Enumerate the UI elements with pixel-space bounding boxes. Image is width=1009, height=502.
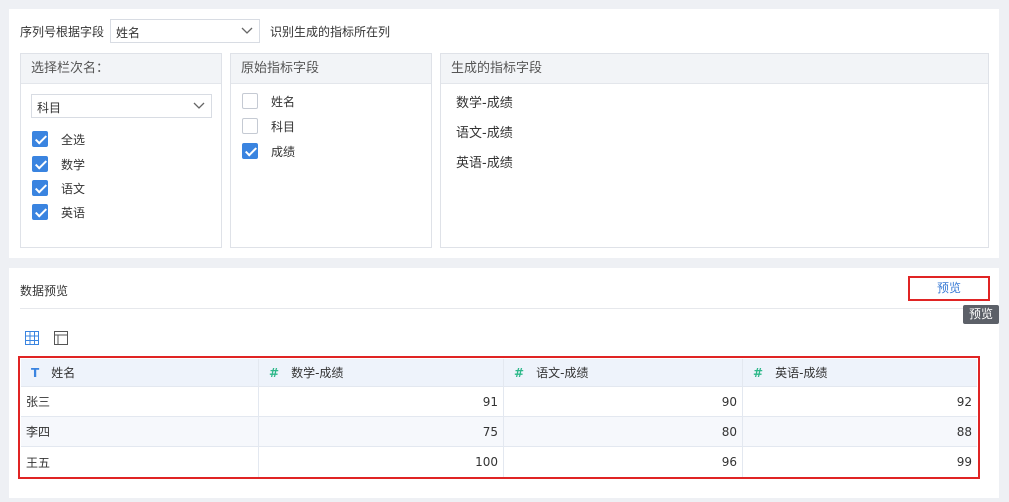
config-panel: 序列号根据字段 姓名 识别生成的指标所在列 选择栏次名： 科目 全选 数学 语文…: [9, 9, 999, 258]
table-cell: 92: [956, 394, 972, 409]
table-cell: 88: [956, 424, 972, 439]
generated-field-title: 生成的指标字段: [441, 54, 988, 84]
generated-field-box: 生成的指标字段 数学-成绩 语文-成绩 英语-成绩: [440, 53, 989, 248]
serial-field-value: 姓名: [116, 26, 141, 40]
serial-row: 序列号根据字段 姓名 识别生成的指标所在列: [20, 19, 390, 43]
table-cell: 91: [259, 387, 504, 416]
source-field-title: 原始指标字段: [231, 54, 431, 84]
source-field-box: 原始指标字段 姓名 科目 成绩: [230, 53, 432, 248]
number-type-icon: #: [269, 365, 280, 380]
generated-field-item: 英语-成绩: [456, 156, 513, 171]
checkbox-score[interactable]: 成绩: [242, 142, 295, 160]
header-label: 数学-成绩: [291, 366, 344, 380]
table-header-cell[interactable]: T 姓名: [21, 359, 259, 386]
column-name-box: 选择栏次名： 科目 全选 数学 语文 英语: [20, 53, 222, 248]
table-row: 李四 75 80 88: [21, 417, 977, 447]
chevron-down-icon: [241, 27, 253, 34]
header-label: 英语-成绩: [775, 366, 828, 380]
preview-button[interactable]: 预览: [908, 276, 990, 301]
checkbox-select-all[interactable]: 全选: [32, 130, 85, 148]
serial-field-select[interactable]: 姓名: [110, 19, 261, 43]
preview-table: T 姓名 # 数学-成绩 # 语文-成绩 # 英语-成绩 张三 91 90 92…: [21, 359, 977, 477]
table-header-row: T 姓名 # 数学-成绩 # 语文-成绩 # 英语-成绩: [21, 359, 977, 387]
table-cell: 张三: [21, 387, 259, 416]
divider: [20, 308, 989, 309]
header-label: 语文-成绩: [536, 366, 589, 380]
checkbox-label: 姓名: [271, 94, 296, 109]
data-preview-title: 数据预览: [20, 284, 69, 298]
checkbox-english[interactable]: 英语: [32, 203, 85, 221]
checkbox-chinese[interactable]: 语文: [32, 179, 85, 197]
checkbox-icon[interactable]: [32, 156, 48, 172]
table-cell: 90: [504, 387, 743, 416]
column-name-value: 科目: [37, 101, 62, 115]
chevron-down-icon: [193, 102, 205, 109]
table-cell: 李四: [21, 417, 259, 446]
table-cell: 王五: [21, 447, 259, 477]
table-header-cell[interactable]: # 数学-成绩: [259, 359, 504, 386]
table-cell: 100: [259, 447, 504, 477]
table-cell: 99: [956, 455, 972, 469]
table-view-icon[interactable]: [25, 331, 39, 345]
checkbox-label: 成绩: [271, 144, 296, 159]
checkbox-label: 英语: [61, 205, 86, 220]
number-type-icon: #: [514, 365, 525, 380]
column-name-title: 选择栏次名：: [21, 54, 221, 84]
checkbox-name[interactable]: 姓名: [242, 92, 295, 110]
table-header-cell[interactable]: # 语文-成绩: [504, 359, 743, 386]
checkbox-label: 语文: [61, 181, 86, 196]
checkbox-label: 数学: [61, 157, 86, 172]
data-preview-panel: 数据预览 预览 T 姓名 # 数学-成绩 # 语文-成绩 # 英语-成绩 张三 …: [9, 268, 999, 498]
text-type-icon: T: [31, 365, 40, 380]
checkbox-subject[interactable]: 科目: [242, 117, 295, 135]
checkbox-label: 全选: [61, 132, 86, 147]
table-row: 张三 91 90 92: [21, 387, 977, 417]
checkbox-label: 科目: [271, 119, 296, 134]
hint-text: 识别生成的指标所在列: [270, 24, 391, 39]
checkbox-icon[interactable]: [242, 93, 258, 109]
preview-tooltip: 预览: [963, 305, 999, 324]
column-name-select[interactable]: 科目: [31, 94, 212, 118]
table-cell: 96: [504, 447, 743, 477]
table-row: 王五 100 96 99: [21, 447, 977, 477]
table-cell: 75: [259, 417, 504, 446]
generated-field-item: 数学-成绩: [456, 96, 513, 111]
layout-view-icon[interactable]: [54, 331, 68, 345]
table-header-cell[interactable]: # 英语-成绩: [743, 359, 977, 386]
table-cell: 80: [504, 417, 743, 446]
checkbox-icon[interactable]: [32, 180, 48, 196]
checkbox-icon[interactable]: [242, 143, 258, 159]
number-type-icon: #: [753, 365, 764, 380]
generated-field-item: 语文-成绩: [456, 126, 513, 141]
checkbox-icon[interactable]: [32, 131, 48, 147]
checkbox-icon[interactable]: [242, 118, 258, 134]
checkbox-math[interactable]: 数学: [32, 155, 85, 173]
serial-label: 序列号根据字段: [20, 24, 105, 39]
preview-table-highlight: T 姓名 # 数学-成绩 # 语文-成绩 # 英语-成绩 张三 91 90 92…: [18, 356, 980, 479]
header-label: 姓名: [51, 366, 76, 380]
checkbox-icon[interactable]: [32, 204, 48, 220]
